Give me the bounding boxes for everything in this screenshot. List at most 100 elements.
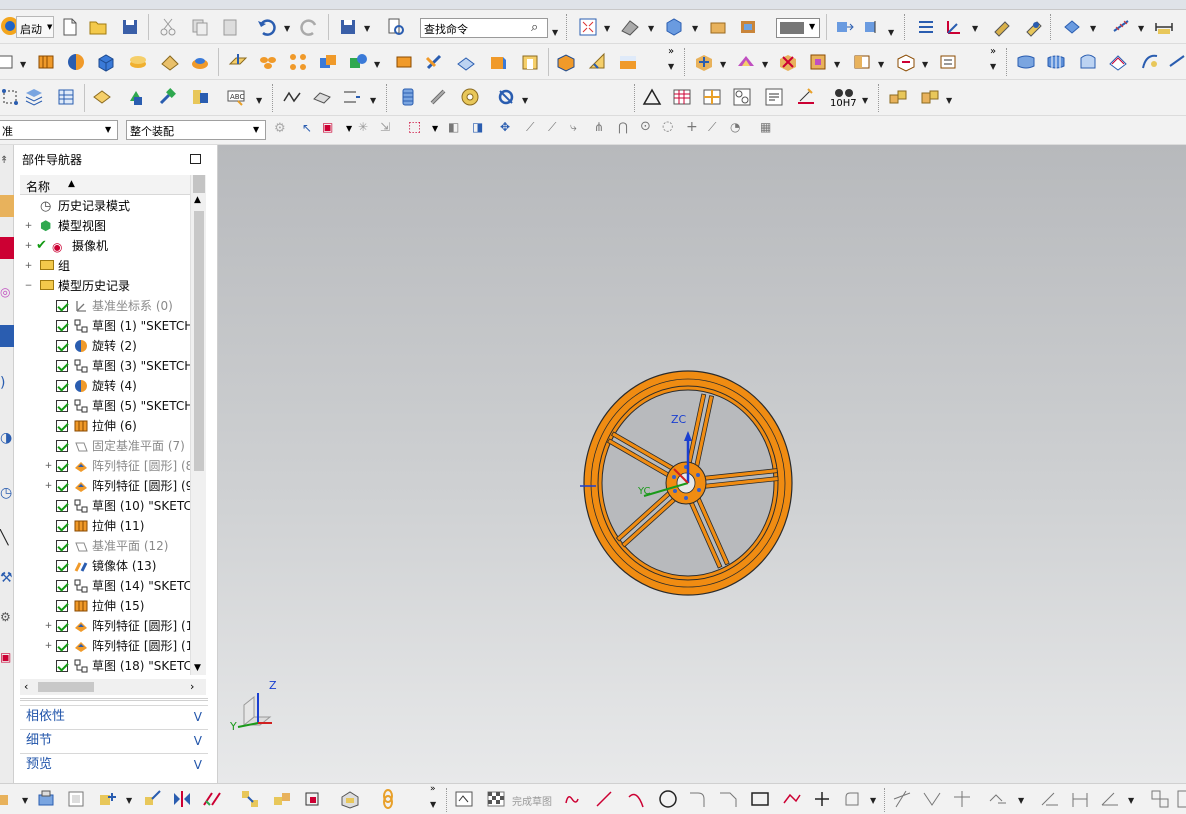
feature-row[interactable]: 旋转 (2) [20,336,190,356]
panel-preview[interactable]: 预览 V [20,753,208,776]
visibility-checkbox[interactable] [56,640,68,652]
feature-row[interactable]: 拉伸 (6) [20,416,190,436]
fit-view-icon[interactable] [578,17,598,37]
chevron-down-icon[interactable]: ▼ [834,60,840,69]
feature-row[interactable]: 草图 (1) "SKETCH [20,316,190,336]
extrude-icon[interactable] [36,52,56,72]
expand-icon[interactable]: + [24,222,33,231]
visibility-checkbox[interactable] [56,340,68,352]
undo-icon[interactable] [256,17,276,37]
chevron-down-icon[interactable]: ▼ [374,60,380,69]
select-similar-icon[interactable]: ⇲ [380,120,390,134]
expand-icon[interactable]: + [24,262,33,271]
relate-face-icon[interactable] [896,52,916,72]
snap-existing-point-icon[interactable]: + [686,119,698,135]
render-style-icon[interactable] [620,17,640,37]
select-arrow-icon[interactable]: ↖ [302,121,312,135]
chevron-down-icon[interactable]: ▼ [922,60,928,69]
redo-icon[interactable] [300,17,320,37]
solid-body-icon[interactable]: ◧ [448,120,459,134]
visibility-checkbox[interactable] [56,520,68,532]
assembly-sequence-icon[interactable] [272,789,292,809]
linear-dimension-icon[interactable] [1070,789,1090,809]
edit-object-display-icon[interactable] [738,17,758,37]
chevron-down-icon[interactable]: ▼ [256,96,262,105]
feature-row[interactable]: 基准平面 (12) [20,536,190,556]
panel-dependencies[interactable]: 相依性 V [20,705,208,728]
expand-icon[interactable]: + [44,482,53,491]
chevron-down-icon[interactable]: ▼ [20,60,26,69]
make-corner-icon[interactable] [952,789,972,809]
hammer-icon[interactable] [158,87,178,107]
process-studio-tab-icon[interactable]: ⚙ [0,610,14,632]
pattern-face-icon[interactable] [288,52,308,72]
assembly-mate-icon[interactable] [920,87,940,107]
snap-quadrant-icon[interactable]: ◌ [662,119,673,134]
feature-row[interactable]: + 阵列特征 [圆形] (1 [20,616,190,636]
chevron-down-icon[interactable]: ▼ [972,24,978,33]
snap-midpoint-icon[interactable]: ⟋ [548,120,556,135]
add-component-icon[interactable] [98,789,118,809]
wave-geometry-icon[interactable] [302,789,322,809]
chevron-down-icon[interactable]: ▼ [1090,24,1096,33]
measure-distance-icon[interactable] [1154,17,1174,37]
snap-control-icon[interactable]: ⤷ [570,120,577,135]
feature-row[interactable]: 固定基准平面 (7) [20,436,190,456]
table-layers-icon[interactable] [56,87,76,107]
chevron-down-icon[interactable]: ▼ [1018,796,1024,805]
offset-face-icon[interactable] [456,52,476,72]
expand-icon[interactable]: + [44,642,53,651]
vertical-scrollbar[interactable]: ▲ ▼ [190,175,206,675]
save-as-icon[interactable] [338,17,358,37]
show-constraints-icon[interactable] [1150,789,1170,809]
expand-icon[interactable]: + [24,242,33,251]
new-file-icon[interactable] [60,17,80,37]
chevron-down-icon[interactable]: ▼ [346,124,352,133]
feature-row[interactable]: 草图 (5) "SKETCH [20,396,190,416]
feature-row[interactable]: + 阵列特征 [圆形] (1 [20,636,190,656]
layer-settings-icon[interactable] [916,17,936,37]
point-dialog-icon[interactable] [992,17,1012,37]
visibility-checkbox[interactable] [56,580,68,592]
chevron-down-icon[interactable]: ▼ [648,24,654,33]
chevron-down-icon[interactable]: ▼ [370,96,376,105]
face-blend-icon[interactable] [618,52,638,72]
collapse-icon[interactable]: − [24,282,33,291]
trim-body-icon[interactable] [394,52,414,72]
rectangle-icon[interactable] [750,789,770,809]
arc-icon[interactable] [626,789,646,809]
clock-tab-icon[interactable]: ◷ [0,485,14,507]
palette-tab-icon[interactable]: ▣ [0,650,14,672]
more-icon[interactable]: » [668,46,674,57]
visibility-checkbox[interactable] [56,440,68,452]
scroll-down-icon[interactable]: ▼ [194,663,201,673]
spring-icon[interactable] [398,87,418,107]
rapid-dimension-icon[interactable] [1040,789,1060,809]
panel-details[interactable]: 细节 V [20,729,208,752]
reuse-library-tab-icon[interactable] [0,325,14,347]
part-list-icon[interactable] [732,87,752,107]
type-filter-select[interactable]: 准 ▼ [0,120,118,140]
deselect-icon[interactable]: ✳ [358,120,368,134]
snap-intersection-icon[interactable]: ⋔ [594,120,604,134]
expand-icon[interactable]: + [44,462,53,471]
chevron-down-icon[interactable]: ▼ [878,60,884,69]
snap-center-icon[interactable]: ⊙ [640,119,651,134]
polygon-icon[interactable] [782,789,802,809]
chevron-down-icon[interactable]: ▼ [126,796,132,805]
offset-curve-icon[interactable] [842,789,862,809]
column-header[interactable]: 名称 ▲ [20,175,206,195]
studio-surface-icon[interactable] [1168,52,1186,72]
chevron-down-icon[interactable]: ▼ [364,24,370,33]
visibility-checkbox[interactable] [56,500,68,512]
part-navigator-tab-icon[interactable]: ◎ [0,285,14,303]
face-select-icon[interactable]: ◨ [472,120,483,134]
roles-tab-icon[interactable]: ╲ [0,530,14,552]
orient-view-icon[interactable] [664,17,684,37]
save-icon[interactable] [120,17,140,37]
constraint-geometry-icon[interactable] [988,789,1008,809]
feature-row[interactable]: 镜像体 (13) [20,556,190,576]
search-icon[interactable]: ⌕ [531,20,538,35]
chevron-down-icon[interactable]: ▼ [1138,24,1144,33]
paste-icon[interactable] [220,17,240,37]
